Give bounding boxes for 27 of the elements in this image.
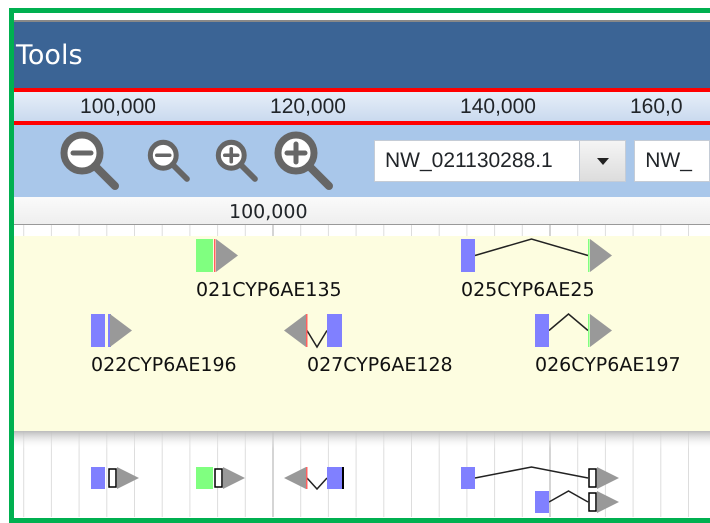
gene-label: 021CYP6AE135 bbox=[196, 279, 342, 301]
toolbar-title: Tools bbox=[16, 42, 83, 68]
gene-feature[interactable] bbox=[535, 490, 619, 513]
zoom-out-button[interactable] bbox=[58, 129, 122, 193]
gene-label: 025CYP6AE25 bbox=[461, 279, 595, 301]
gene-feature[interactable] bbox=[461, 466, 619, 489]
gene-label: 022CYP6AE196 bbox=[91, 354, 237, 376]
gene-label: 027CYP6AE128 bbox=[307, 354, 453, 376]
caret-icon bbox=[596, 158, 609, 164]
gene-feature[interactable] bbox=[91, 467, 139, 489]
overview-tick-label: 120,000 bbox=[269, 94, 347, 120]
overview-tick-label: 140,000 bbox=[459, 94, 537, 120]
dropdown-button[interactable] bbox=[579, 141, 626, 181]
gene-feature[interactable] bbox=[461, 238, 612, 272]
sequence-select[interactable]: NW_ bbox=[634, 140, 710, 182]
gene-label: 026CYP6AE197 bbox=[535, 354, 681, 376]
gene-feature[interactable] bbox=[535, 313, 612, 347]
zoom-in-button[interactable] bbox=[272, 129, 336, 193]
gene-feature[interactable] bbox=[284, 467, 344, 490]
gene-feature[interactable] bbox=[196, 467, 245, 489]
overview-tick-label: 160,0 bbox=[629, 94, 683, 120]
zoom-in-button[interactable] bbox=[214, 138, 260, 184]
overview-tick-label: 100,000 bbox=[79, 94, 157, 120]
sequence-select[interactable]: NW_021130288.1 bbox=[374, 140, 626, 182]
scale-tick-label: 100,000 bbox=[229, 200, 308, 225]
gene-feature[interactable] bbox=[284, 314, 342, 348]
zoom-out-button[interactable] bbox=[146, 138, 192, 184]
